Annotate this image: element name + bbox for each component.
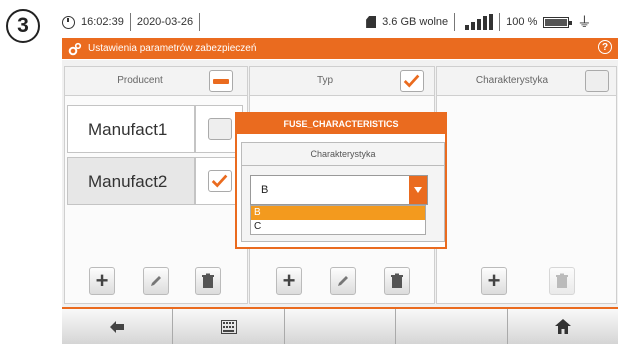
producer-header-label: Producent xyxy=(117,75,163,86)
edit-button[interactable] xyxy=(330,267,356,295)
power-plug-icon: ⏚ xyxy=(577,14,592,30)
status-battery: 100 % xyxy=(506,16,538,28)
type-header-checkbox[interactable] xyxy=(400,70,424,92)
back-button[interactable] xyxy=(62,309,174,344)
characteristic-column: Charakterystyka + xyxy=(436,66,617,304)
signal-icon xyxy=(465,14,494,30)
page-title: Ustawienia parametrów zabezpieczeń xyxy=(88,43,257,54)
plus-icon: + xyxy=(282,268,296,293)
characteristic-column-header: Charakterystyka xyxy=(437,67,616,96)
delete-button[interactable] xyxy=(384,267,410,295)
status-separator xyxy=(454,13,456,31)
characteristic-header-label: Charakterystyka xyxy=(475,75,549,86)
status-separator xyxy=(129,13,131,31)
list-item[interactable]: Manufact2 xyxy=(67,157,195,205)
keyboard-button[interactable] xyxy=(173,309,285,344)
dialog-panel: Charakterystyka B B C xyxy=(241,142,445,242)
battery-icon xyxy=(543,16,573,28)
characteristic-header-checkbox[interactable] xyxy=(585,70,609,92)
pencil-icon xyxy=(151,276,161,286)
delete-button[interactable] xyxy=(195,267,221,295)
keyboard-icon xyxy=(220,319,237,334)
trash-icon xyxy=(391,273,403,288)
dropdown-option[interactable]: B xyxy=(251,206,425,220)
help-button[interactable]: ? xyxy=(598,40,612,54)
empty-slot xyxy=(285,309,397,344)
select-value: B xyxy=(261,184,269,196)
add-button[interactable]: + xyxy=(481,267,507,295)
home-icon xyxy=(554,319,571,334)
type-header-label: Typ xyxy=(316,75,334,86)
producer-name: Manufact2 xyxy=(88,172,168,191)
plus-icon: + xyxy=(487,268,501,293)
dropdown-options: B C xyxy=(250,205,426,235)
producer-name: Manufact1 xyxy=(88,120,168,139)
type-column-header: Typ xyxy=(250,67,434,96)
dropdown-arrow-icon[interactable] xyxy=(409,176,427,204)
dialog-subtitle: Charakterystyka xyxy=(242,143,444,166)
title-bar: Ustawienia parametrów zabezpieczeń ? xyxy=(62,38,618,59)
status-separator xyxy=(199,13,201,31)
row-checkbox[interactable] xyxy=(208,118,232,140)
trash-icon xyxy=(202,273,214,288)
status-date: 2020-03-26 xyxy=(136,16,194,28)
status-storage: 3.6 GB wolne xyxy=(382,16,449,28)
empty-slot xyxy=(396,309,508,344)
clock-icon xyxy=(62,15,75,29)
trash-icon xyxy=(556,273,568,288)
producer-column: Producent Manufact1 Manufact2 + xyxy=(64,66,248,304)
back-arrow-icon xyxy=(110,320,125,333)
dialog-title: FUSE_CHARACTERISTICS xyxy=(237,114,445,134)
delete-button[interactable] xyxy=(549,267,575,295)
dropdown-option[interactable]: C xyxy=(251,220,425,234)
sd-card-icon xyxy=(366,16,377,28)
producer-column-header: Producent xyxy=(65,67,247,96)
row-checkbox[interactable] xyxy=(208,170,232,192)
status-time: 16:02:39 xyxy=(81,16,124,28)
producer-header-checkbox[interactable] xyxy=(209,70,233,92)
fuse-characteristics-dialog: FUSE_CHARACTERISTICS Charakterystyka B B… xyxy=(235,112,447,249)
checkmark-icon xyxy=(211,174,228,188)
pencil-icon xyxy=(338,276,348,286)
edit-button[interactable] xyxy=(143,267,169,295)
add-button[interactable]: + xyxy=(276,267,302,295)
status-separator xyxy=(499,13,501,31)
characteristic-select[interactable]: B xyxy=(250,175,428,205)
bottom-navigation-bar xyxy=(62,307,618,344)
plus-icon: + xyxy=(95,268,109,293)
settings-icon xyxy=(68,42,82,55)
home-button[interactable] xyxy=(508,309,618,344)
checkmark-icon xyxy=(403,74,420,88)
add-button[interactable]: + xyxy=(89,267,115,295)
status-bar: 16:02:39 2020-03-26 3.6 GB wolne 100 % ⏚ xyxy=(62,12,591,32)
step-number-badge: 3 xyxy=(6,9,40,43)
list-item[interactable]: Manufact1 xyxy=(67,105,195,153)
